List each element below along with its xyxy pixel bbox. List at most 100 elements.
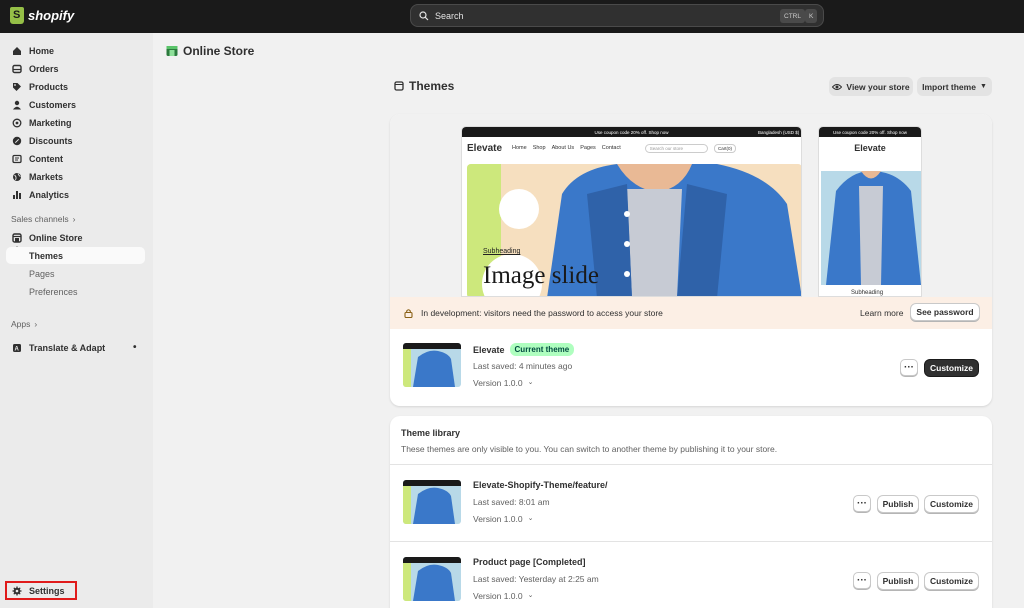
sidebar-item-products[interactable]: Products	[6, 78, 145, 95]
learn-more-link[interactable]: Learn more	[860, 308, 903, 318]
sidebar-item-preferences[interactable]: Preferences	[6, 283, 145, 300]
customize-button[interactable]: Customize	[924, 572, 979, 590]
sidebar-item-content[interactable]: Content	[6, 150, 145, 167]
sidebar-item-label: Preferences	[29, 286, 78, 297]
sidebar-item-label: Discounts	[29, 135, 73, 146]
sidebar-item-label: Marketing	[29, 117, 72, 128]
sidebar-item-label: Themes	[29, 250, 64, 261]
lock-icon	[404, 309, 413, 318]
eye-icon	[832, 83, 843, 90]
development-banner: In development: visitors need the passwo…	[390, 297, 992, 329]
publish-button[interactable]: Publish	[877, 495, 919, 513]
shortcut-ctrl: CTRL	[780, 9, 805, 23]
preview-nav-item: Pages	[580, 145, 596, 151]
more-actions-button[interactable]: ···	[853, 572, 871, 589]
apps-section[interactable]: Apps ›	[11, 319, 37, 329]
sidebar-item-orders[interactable]: Orders	[6, 60, 145, 77]
svg-text:A: A	[15, 346, 20, 352]
sidebar-item-marketing[interactable]: Marketing	[6, 114, 145, 131]
sidebar-item-label: Home	[29, 45, 55, 56]
chevron-right-icon: ›	[72, 214, 76, 224]
see-password-button[interactable]: See password	[910, 303, 980, 321]
sidebar-item-label: Markets	[29, 171, 64, 182]
sidebar-item-online-store[interactable]: Online Store	[6, 229, 145, 246]
view-store-button[interactable]: View your store	[829, 77, 913, 96]
sidebar-item-customers[interactable]: Customers	[6, 96, 145, 113]
chevron-down-icon: ▼	[979, 83, 987, 90]
sidebar-item-label: Orders	[29, 63, 59, 74]
mobile-announcement-text: Use coupon code 20% off. Shop now	[833, 129, 907, 135]
shopify-logo[interactable]: shopify	[10, 7, 74, 24]
library-theme-version[interactable]: Version 1.0.0 ⌄	[473, 591, 534, 601]
preview-search: Search our store	[644, 143, 709, 153]
store-icon	[12, 232, 22, 243]
theme-preview[interactable]: Use coupon code 20% off. Shop now Bangla…	[390, 114, 992, 297]
customize-button[interactable]: Customize	[924, 495, 979, 513]
library-theme-version[interactable]: Version 1.0.0 ⌄	[473, 514, 534, 524]
preview-nav-item: Home	[512, 145, 527, 151]
page-title: Online Store	[166, 44, 254, 58]
online-store-icon	[166, 46, 178, 56]
discount-icon	[12, 136, 22, 146]
chevron-down-icon: ⌄	[527, 515, 534, 522]
publish-button[interactable]: Publish	[877, 572, 919, 590]
sidebar-item-translate-adapt[interactable]: A Translate & Adapt •	[6, 339, 145, 356]
search-input[interactable]: Search CTRL K	[410, 4, 824, 27]
sidebar-item-label: Pages	[29, 268, 55, 279]
current-theme-saved: Last saved: 4 minutes ago	[473, 361, 573, 371]
current-theme-version[interactable]: Version 1.0.0 ⌄	[473, 378, 534, 388]
import-theme-button[interactable]: Import theme ▼	[917, 77, 992, 96]
sidebar: Home Orders Products Customers Marketing…	[0, 33, 153, 608]
sidebar-item-markets[interactable]: Markets	[6, 168, 145, 185]
sales-channels-section[interactable]: Sales channels ›	[11, 214, 76, 224]
bar-chart-icon	[12, 190, 22, 200]
sidebar-item-home[interactable]: Home	[6, 42, 145, 59]
person-icon	[12, 100, 22, 110]
chevron-down-icon: ⌄	[527, 379, 534, 386]
sidebar-item-discounts[interactable]: Discounts	[6, 132, 145, 149]
preview-logo: Elevate	[467, 142, 503, 154]
import-theme-label: Import theme	[922, 81, 976, 92]
theme-library-subtitle: These themes are only visible to you. Yo…	[401, 444, 778, 454]
themes-heading: Themes	[394, 79, 454, 93]
sidebar-item-label: Content	[29, 153, 63, 164]
customize-button[interactable]: Customize	[924, 359, 979, 377]
current-theme-badge: Current theme	[509, 343, 575, 356]
sidebar-item-settings[interactable]: Settings	[5, 581, 77, 600]
chevron-down-icon: ⌄	[527, 592, 534, 599]
gear-icon	[12, 586, 22, 596]
divider	[390, 541, 992, 542]
shortcut-k: K	[805, 9, 818, 23]
theme-library-card: Theme library These themes are only visi…	[390, 416, 992, 608]
apps-label: Apps	[11, 319, 31, 329]
sidebar-item-label: Analytics	[29, 189, 70, 200]
library-theme-name: Elevate-Shopify-Theme/feature/	[473, 480, 608, 490]
announcement-bar: Use coupon code 20% off. Shop now Bangla…	[462, 127, 801, 137]
sidebar-item-themes[interactable]: Themes	[6, 247, 145, 264]
version-label: Version 1.0.0	[473, 378, 523, 388]
mobile-announcement-bar: Use coupon code 20% off. Shop now	[819, 127, 921, 137]
hero-subheading: Subheading	[483, 248, 521, 255]
desktop-preview: Use coupon code 20% off. Shop now Bangla…	[461, 126, 802, 297]
sidebar-item-pages[interactable]: Pages	[6, 265, 145, 282]
content-icon	[12, 154, 22, 164]
orders-icon	[12, 64, 22, 74]
version-label: Version 1.0.0	[473, 591, 523, 601]
more-actions-button[interactable]: ···	[900, 359, 918, 376]
more-actions-button[interactable]: ···	[853, 495, 871, 512]
version-label: Version 1.0.0	[473, 514, 523, 524]
currency-text: Bangladesh (USD $)	[758, 129, 800, 135]
translate-icon: A	[12, 343, 22, 353]
mobile-logo: Elevate	[854, 143, 886, 153]
preview-nav: Elevate Home Shop About Us Pages Contact…	[462, 137, 801, 159]
library-theme-name: Product page [Completed]	[473, 557, 586, 567]
library-theme-saved: Last saved: 8:01 am	[473, 497, 550, 507]
sidebar-item-analytics[interactable]: Analytics	[6, 186, 145, 203]
banner-text: In development: visitors need the passwo…	[421, 308, 663, 318]
target-icon	[12, 118, 22, 128]
preview-nav-item: Contact	[601, 145, 621, 151]
sidebar-item-label: Customers	[29, 99, 77, 110]
mobile-preview: Use coupon code 20% off. Shop now Elevat…	[818, 126, 922, 297]
divider	[390, 464, 992, 465]
themes-title: Themes	[409, 79, 455, 93]
